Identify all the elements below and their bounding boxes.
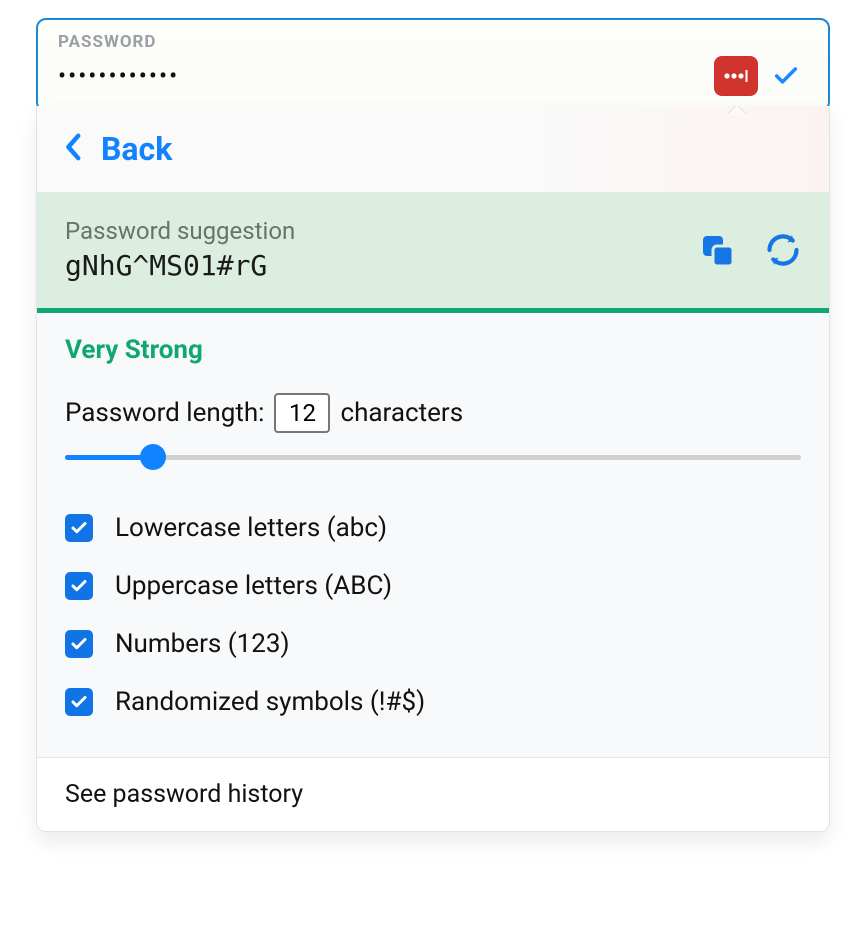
chevron-left-icon xyxy=(65,133,83,165)
check-icon xyxy=(70,693,88,711)
copy-icon xyxy=(699,232,735,268)
length-input[interactable] xyxy=(274,393,330,433)
password-input[interactable]: •••••••••••• xyxy=(58,64,714,88)
back-button[interactable]: Back xyxy=(37,106,829,193)
option-row[interactable]: Numbers (123) xyxy=(65,615,801,673)
back-label: Back xyxy=(101,130,172,168)
check-icon xyxy=(70,635,88,653)
option-label: Randomized symbols (!#$) xyxy=(115,687,425,717)
option-row[interactable]: Lowercase letters (abc) xyxy=(65,499,801,557)
check-icon xyxy=(772,62,800,90)
strength-indicator: Very Strong xyxy=(65,335,801,365)
confirm-button[interactable] xyxy=(764,62,808,90)
password-field-container: PASSWORD •••••••••••• xyxy=(36,18,830,112)
generator-settings: Very Strong Password length: characters … xyxy=(37,313,829,758)
check-icon xyxy=(70,577,88,595)
checkbox[interactable] xyxy=(65,572,93,600)
password-generator-popup: Back Password suggestion gNhG^MS01#rG xyxy=(36,106,830,832)
refresh-icon xyxy=(765,232,801,268)
check-icon xyxy=(70,519,88,537)
suggestion-label: Password suggestion xyxy=(65,217,699,245)
length-label-prefix: Password length: xyxy=(65,398,264,428)
slider-track xyxy=(65,455,801,460)
password-manager-badge[interactable] xyxy=(714,56,758,96)
regenerate-button[interactable] xyxy=(765,232,801,268)
option-row[interactable]: Uppercase letters (ABC) xyxy=(65,557,801,615)
checkbox[interactable] xyxy=(65,514,93,542)
option-label: Lowercase letters (abc) xyxy=(115,513,387,543)
password-suggestion-panel: Password suggestion gNhG^MS01#rG xyxy=(37,193,829,313)
password-manager-icon xyxy=(722,67,750,85)
option-row[interactable]: Randomized symbols (!#$) xyxy=(65,673,801,731)
length-row: Password length: characters xyxy=(65,393,801,433)
suggested-password: gNhG^MS01#rG xyxy=(65,249,699,282)
option-label: Numbers (123) xyxy=(115,629,290,659)
length-slider[interactable] xyxy=(65,443,801,471)
password-field-label: PASSWORD xyxy=(58,32,808,52)
checkbox[interactable] xyxy=(65,688,93,716)
option-label: Uppercase letters (ABC) xyxy=(115,571,392,601)
password-history-link[interactable]: See password history xyxy=(37,758,829,831)
checkbox[interactable] xyxy=(65,630,93,658)
copy-button[interactable] xyxy=(699,232,735,268)
length-label-suffix: characters xyxy=(340,398,463,428)
slider-thumb[interactable] xyxy=(140,444,166,470)
